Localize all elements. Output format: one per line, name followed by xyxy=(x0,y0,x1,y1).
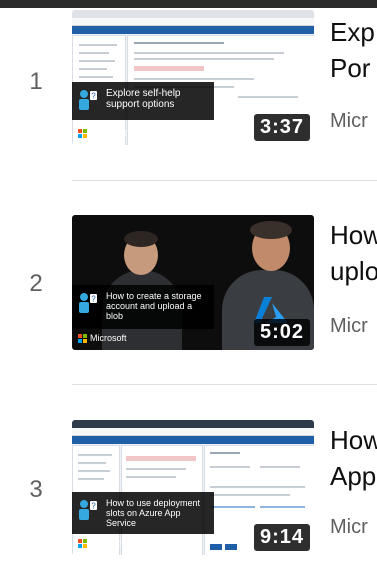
title-line: Exp xyxy=(330,17,375,47)
title-line: uplo xyxy=(330,256,377,286)
svg-text:?: ? xyxy=(91,92,96,101)
brand-label: Microsoft xyxy=(90,333,127,343)
duration-badge: 9:14 xyxy=(253,524,310,551)
video-thumbnail[interactable]: ? How to use deployment slots on Azure A… xyxy=(72,420,314,555)
duration-badge: 5:02 xyxy=(253,319,310,346)
thumbnail-browser-tabs xyxy=(72,420,314,428)
video-thumbnail[interactable]: ? Explore self-help support options Micr… xyxy=(72,10,314,145)
help-person-icon: ? xyxy=(79,500,97,520)
thumbnail-browser-tabs xyxy=(72,10,314,18)
thumbnail-address-bar xyxy=(72,428,314,436)
video-title[interactable]: How App xyxy=(330,422,377,494)
video-index: 2 xyxy=(29,270,43,297)
list-item[interactable]: 2 ? How to create a storage account and … xyxy=(0,215,377,355)
video-index: 3 xyxy=(29,476,43,503)
video-title[interactable]: Exp Por xyxy=(330,14,377,86)
thumbnail-overlay-card: ? How to create a storage account and up… xyxy=(72,285,214,329)
video-index: 1 xyxy=(29,68,43,95)
thumbnail-portal-header xyxy=(72,26,314,34)
list-item[interactable]: 1 ? Explore self-help support options Mi… xyxy=(0,10,377,150)
thumbnail-portal-header xyxy=(72,436,314,444)
title-line: Por xyxy=(330,53,371,83)
list-item[interactable]: 3 ? How to use deployment slots on Azure… xyxy=(0,420,377,560)
divider xyxy=(72,384,377,385)
brand-label: Microsoft xyxy=(90,538,127,548)
divider xyxy=(72,180,377,181)
thumbnail-address-bar xyxy=(72,18,314,26)
overlay-caption: How to use deployment slots on Azure App… xyxy=(106,498,201,528)
title-line: How xyxy=(330,220,377,250)
title-line: App xyxy=(330,461,377,491)
channel-name[interactable]: Micr xyxy=(330,110,368,133)
video-title[interactable]: How uplo xyxy=(330,217,377,289)
channel-name[interactable]: Micr xyxy=(330,315,368,338)
channel-name[interactable]: Micr xyxy=(330,516,368,539)
help-person-icon: ? xyxy=(79,293,97,313)
overlay-caption: How to create a storage account and uplo… xyxy=(106,291,202,321)
video-thumbnail[interactable]: ? How to create a storage account and up… xyxy=(72,215,314,350)
thumbnail-overlay-card: ? Explore self-help support options xyxy=(72,82,214,120)
svg-text:?: ? xyxy=(91,502,96,511)
svg-text:?: ? xyxy=(91,295,96,304)
help-person-icon: ? xyxy=(79,90,97,110)
duration-badge: 3:37 xyxy=(253,114,310,141)
overlay-caption: Explore self-help support options xyxy=(106,88,181,110)
title-line: How xyxy=(330,425,377,455)
top-bar xyxy=(0,0,377,8)
thumbnail-overlay-card: ? How to use deployment slots on Azure A… xyxy=(72,492,214,534)
brand-label: Microsoft xyxy=(90,128,127,138)
